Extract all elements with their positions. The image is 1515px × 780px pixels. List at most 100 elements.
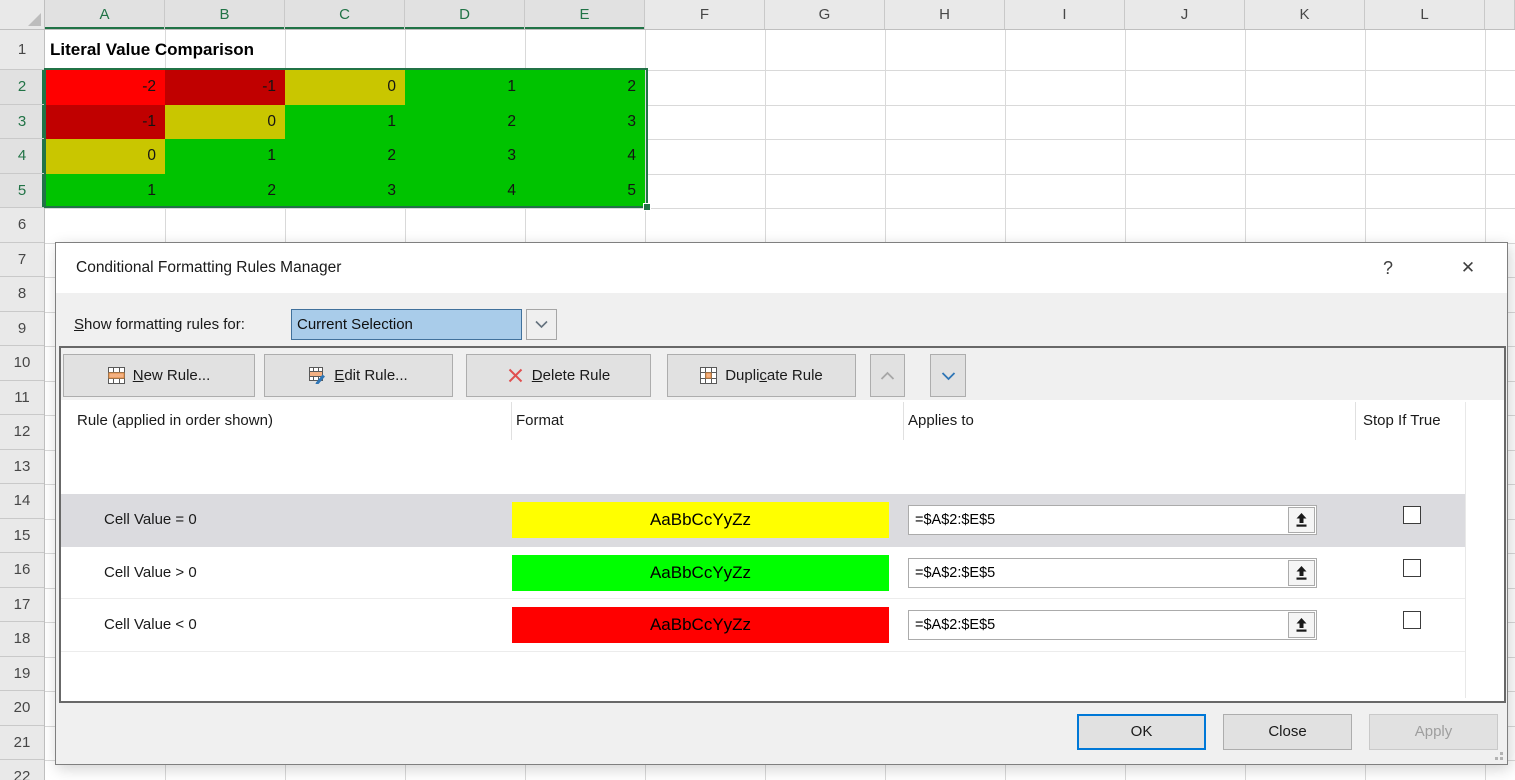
cell-a2[interactable]: -2 bbox=[45, 70, 165, 105]
column-header-b[interactable]: B bbox=[165, 0, 285, 29]
header-separator bbox=[903, 402, 904, 440]
column-header-h[interactable]: H bbox=[885, 0, 1005, 29]
chevron-down-icon bbox=[941, 371, 956, 381]
stop-if-true-checkbox[interactable] bbox=[1403, 559, 1421, 577]
close-dialog-button[interactable]: Close bbox=[1223, 714, 1352, 750]
cell-a5[interactable]: 1 bbox=[45, 174, 165, 209]
move-rule-up-button[interactable] bbox=[870, 354, 905, 397]
excel-workbook-view: ABCDEFGHIJKL 123456789101112131415161718… bbox=[0, 0, 1515, 780]
cell-d3[interactable]: 2 bbox=[405, 105, 525, 140]
row-header-9[interactable]: 9 bbox=[0, 312, 44, 347]
col-header-applies: Applies to bbox=[908, 400, 974, 442]
cell-c3[interactable]: 1 bbox=[285, 105, 405, 140]
row-header-strip: 12345678910111213141516171819202122 bbox=[0, 30, 45, 780]
dialog-titlebar[interactable]: Conditional Formatting Rules Manager ? ✕ bbox=[56, 243, 1507, 293]
cell-a4[interactable]: 0 bbox=[45, 139, 165, 174]
cell-d4[interactable]: 3 bbox=[405, 139, 525, 174]
row-header-4[interactable]: 4 bbox=[0, 139, 44, 174]
range-picker-button[interactable] bbox=[1288, 560, 1315, 586]
row-header-2[interactable]: 2 bbox=[0, 70, 44, 105]
close-button[interactable]: ✕ bbox=[1448, 243, 1488, 293]
rule-row-3[interactable]: Cell Value < 0 AaBbCcYyZz =$A$2:$E$5 bbox=[61, 599, 1465, 652]
col-header-rule: Rule (applied in order shown) bbox=[77, 400, 273, 442]
header-separator bbox=[1355, 402, 1356, 440]
row-header-6[interactable]: 6 bbox=[0, 208, 44, 243]
cell-e5[interactable]: 5 bbox=[525, 174, 645, 209]
stop-if-true-checkbox[interactable] bbox=[1403, 506, 1421, 524]
row-header-19[interactable]: 19 bbox=[0, 657, 44, 692]
row-header-3[interactable]: 3 bbox=[0, 105, 44, 140]
row-header-8[interactable]: 8 bbox=[0, 277, 44, 312]
help-button[interactable]: ? bbox=[1368, 243, 1408, 293]
rule-format-preview[interactable]: AaBbCcYyZz bbox=[512, 502, 889, 538]
cell-d2[interactable]: 1 bbox=[405, 70, 525, 105]
cell-e2[interactable]: 2 bbox=[525, 70, 645, 105]
column-header-g[interactable]: G bbox=[765, 0, 885, 29]
column-header-d[interactable]: D bbox=[405, 0, 525, 29]
row-header-22[interactable]: 22 bbox=[0, 760, 44, 780]
cell-c5[interactable]: 3 bbox=[285, 174, 405, 209]
applies-to-field[interactable]: =$A$2:$E$5 bbox=[908, 610, 1317, 640]
rule-format-preview[interactable]: AaBbCcYyZz bbox=[512, 555, 889, 591]
cell-b4[interactable]: 1 bbox=[165, 139, 285, 174]
column-header-e[interactable]: E bbox=[525, 0, 645, 29]
row-header-11[interactable]: 11 bbox=[0, 381, 44, 416]
rule-format-preview[interactable]: AaBbCcYyZz bbox=[512, 607, 889, 643]
new-rule-button[interactable]: New Rule... bbox=[63, 354, 255, 397]
dialog-title: Conditional Formatting Rules Manager bbox=[76, 243, 341, 293]
chevron-down-icon bbox=[535, 320, 548, 329]
stop-if-true-checkbox[interactable] bbox=[1403, 611, 1421, 629]
cell-a3[interactable]: -1 bbox=[45, 105, 165, 140]
row-header-12[interactable]: 12 bbox=[0, 415, 44, 450]
delete-rule-label: Delete Rule bbox=[532, 367, 610, 384]
cell-a1-title[interactable]: Literal Value Comparison bbox=[50, 30, 254, 70]
cell-c2[interactable]: 0 bbox=[285, 70, 405, 105]
range-picker-button[interactable] bbox=[1288, 507, 1315, 533]
column-header-f[interactable]: F bbox=[645, 0, 765, 29]
row-header-15[interactable]: 15 bbox=[0, 519, 44, 554]
duplicate-rule-label: Duplicate Rule bbox=[725, 367, 823, 384]
rule-row-2[interactable]: Cell Value > 0 AaBbCcYyZz =$A$2:$E$5 bbox=[61, 547, 1465, 600]
column-header-j[interactable]: J bbox=[1125, 0, 1245, 29]
cell-b2[interactable]: -1 bbox=[165, 70, 285, 105]
duplicate-rule-button[interactable]: Duplicate Rule bbox=[667, 354, 856, 397]
rule-description: Cell Value > 0 bbox=[104, 547, 197, 600]
move-rule-down-button[interactable] bbox=[930, 354, 966, 397]
column-header-l[interactable]: L bbox=[1365, 0, 1485, 29]
cell-e3[interactable]: 3 bbox=[525, 105, 645, 140]
row-header-14[interactable]: 14 bbox=[0, 484, 44, 519]
range-picker-button[interactable] bbox=[1288, 612, 1315, 638]
row-header-1[interactable]: 1 bbox=[0, 30, 44, 70]
column-header-partial[interactable] bbox=[1485, 0, 1515, 29]
column-header-i[interactable]: I bbox=[1005, 0, 1125, 29]
cell-c4[interactable]: 2 bbox=[285, 139, 405, 174]
rule-row-1[interactable]: Cell Value = 0AaBbCcYyZz=$A$2:$E$5 bbox=[61, 494, 1465, 547]
delete-rule-button[interactable]: Delete Rule bbox=[466, 354, 651, 397]
row-header-20[interactable]: 20 bbox=[0, 691, 44, 726]
cell-d5[interactable]: 4 bbox=[405, 174, 525, 209]
cell-e4[interactable]: 4 bbox=[525, 139, 645, 174]
row-header-16[interactable]: 16 bbox=[0, 553, 44, 588]
show-rules-dropdown[interactable]: Current Selection bbox=[291, 309, 522, 340]
cell-b3[interactable]: 0 bbox=[165, 105, 285, 140]
cell-b5[interactable]: 2 bbox=[165, 174, 285, 209]
column-header-a[interactable]: A bbox=[45, 0, 165, 29]
row-header-17[interactable]: 17 bbox=[0, 588, 44, 623]
column-header-k[interactable]: K bbox=[1245, 0, 1365, 29]
rule-description: Cell Value < 0 bbox=[104, 599, 197, 652]
row-header-10[interactable]: 10 bbox=[0, 346, 44, 381]
column-header-c[interactable]: C bbox=[285, 0, 405, 29]
applies-to-field[interactable]: =$A$2:$E$5 bbox=[908, 505, 1317, 535]
apply-button: Apply bbox=[1369, 714, 1498, 750]
row-header-18[interactable]: 18 bbox=[0, 622, 44, 657]
row-header-13[interactable]: 13 bbox=[0, 450, 44, 485]
dropdown-arrow-button[interactable] bbox=[526, 309, 557, 340]
row-header-21[interactable]: 21 bbox=[0, 726, 44, 761]
ok-button[interactable]: OK bbox=[1077, 714, 1206, 750]
row-header-5[interactable]: 5 bbox=[0, 174, 44, 209]
select-all-corner[interactable] bbox=[0, 0, 45, 30]
applies-to-field[interactable]: =$A$2:$E$5 bbox=[908, 558, 1317, 588]
resize-grip[interactable] bbox=[1491, 748, 1503, 760]
row-header-7[interactable]: 7 bbox=[0, 243, 44, 278]
edit-rule-button[interactable]: Edit Rule... bbox=[264, 354, 453, 397]
